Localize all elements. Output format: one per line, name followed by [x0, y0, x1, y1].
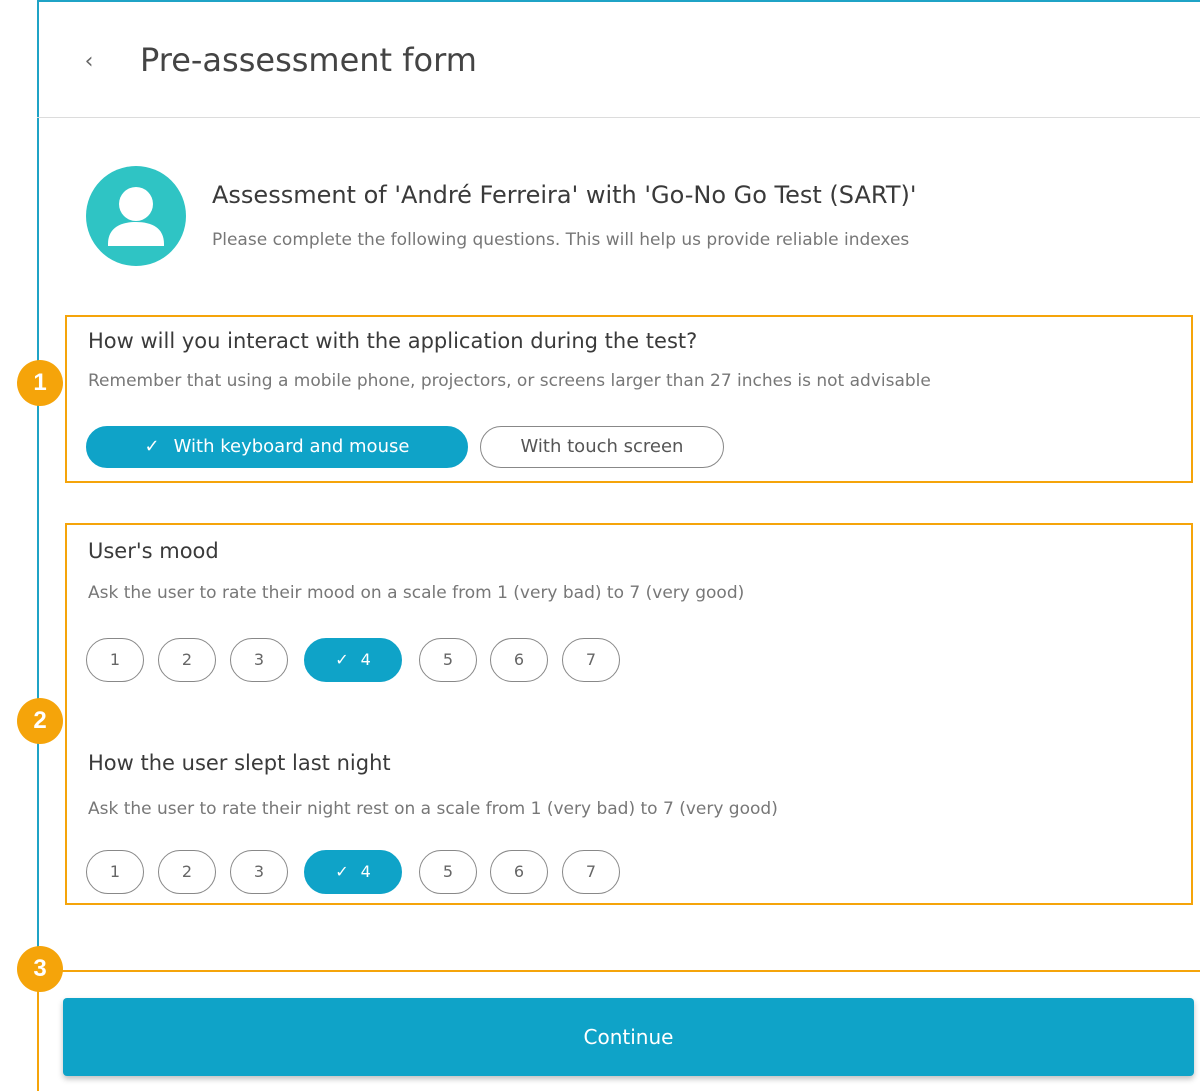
mood-option-4[interactable]: ✓ 4 — [304, 638, 402, 682]
sleep-option-6[interactable]: 6 — [490, 850, 548, 894]
sleep-option-1[interactable]: 1 — [86, 850, 144, 894]
option-keyboard-mouse-label: With keyboard and mouse — [173, 436, 410, 457]
sleep-scale: 1 2 3 ✓ 4 5 6 7 — [86, 850, 626, 894]
option-touch-screen-label: With touch screen — [520, 436, 684, 457]
page-title: Pre-assessment form — [140, 41, 477, 79]
sleep-option-2[interactable]: 2 — [158, 850, 216, 894]
mood-option-6[interactable]: 6 — [490, 638, 548, 682]
option-keyboard-mouse-button[interactable]: ✓ With keyboard and mouse — [86, 426, 468, 468]
assessment-title: Assessment of 'André Ferreira' with 'Go-… — [212, 181, 917, 209]
interaction-question-subtitle: Remember that using a mobile phone, proj… — [88, 371, 931, 391]
sleep-question-title: How the user slept last night — [88, 751, 391, 775]
step-badge-2: 2 — [17, 698, 63, 744]
sleep-option-4[interactable]: ✓ 4 — [304, 850, 402, 894]
highlight-line-top — [37, 970, 1200, 972]
mood-option-7[interactable]: 7 — [562, 638, 620, 682]
step-badge-1: 1 — [17, 360, 63, 406]
mood-question-subtitle: Ask the user to rate their mood on a sca… — [88, 583, 745, 603]
mood-option-1[interactable]: 1 — [86, 638, 144, 682]
continue-button[interactable]: Continue — [63, 998, 1194, 1076]
sleep-option-5[interactable]: 5 — [419, 850, 477, 894]
user-avatar-icon — [86, 166, 186, 266]
assessment-subtitle: Please complete the following questions.… — [212, 230, 910, 250]
sleep-option-7[interactable]: 7 — [562, 850, 620, 894]
sleep-question-subtitle: Ask the user to rate their night rest on… — [88, 799, 778, 819]
interaction-question-title: How will you interact with the applicati… — [88, 329, 698, 353]
sleep-option-3[interactable]: 3 — [230, 850, 288, 894]
sleep-option-4-label: 4 — [360, 862, 371, 881]
mood-option-5[interactable]: 5 — [419, 638, 477, 682]
mood-scale: 1 2 3 ✓ 4 5 6 7 — [86, 638, 626, 682]
check-icon: ✓ — [335, 862, 349, 881]
mood-option-3[interactable]: 3 — [230, 638, 288, 682]
step-badge-3: 3 — [17, 946, 63, 992]
check-icon: ✓ — [144, 436, 160, 457]
check-icon: ✓ — [335, 650, 349, 669]
option-touch-screen-button[interactable]: With touch screen — [480, 426, 724, 468]
mood-option-2[interactable]: 2 — [158, 638, 216, 682]
chevron-left-icon[interactable]: ‹ — [78, 48, 100, 76]
mood-option-4-label: 4 — [360, 650, 371, 669]
mood-question-title: User's mood — [88, 539, 219, 563]
